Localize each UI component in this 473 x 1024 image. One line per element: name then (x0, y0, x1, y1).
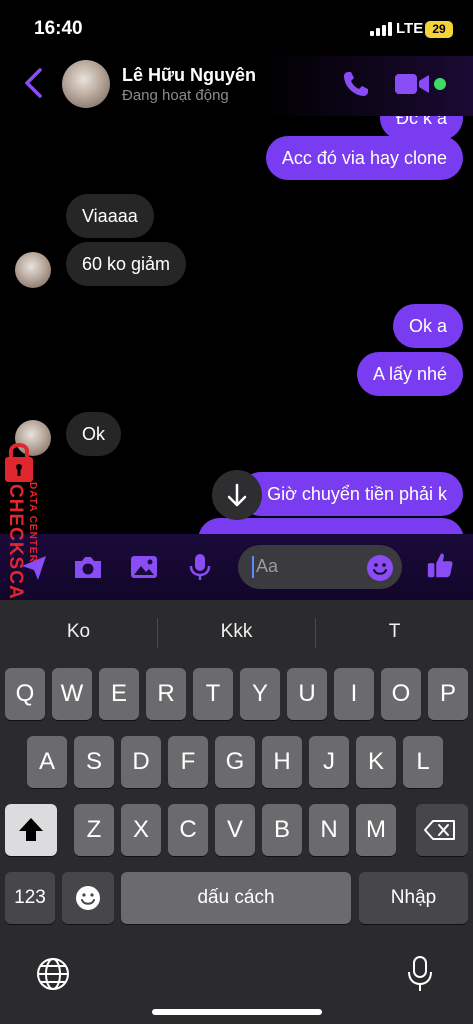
message-composer: Aa (0, 534, 473, 600)
backspace-key[interactable] (416, 804, 468, 856)
key-h[interactable]: H (262, 736, 302, 788)
message-list[interactable]: Đc k a Acc đó via hay clone Viaaaa 60 ko… (0, 116, 473, 534)
key-u[interactable]: U (287, 668, 327, 720)
message-bubble-outgoing[interactable]: Acc đó via hay clone (265, 136, 463, 180)
key-j[interactable]: J (309, 736, 349, 788)
key-w[interactable]: W (52, 668, 92, 720)
watermark-lock-icon (5, 443, 33, 482)
emoji-icon[interactable] (366, 554, 394, 582)
key-f[interactable]: F (168, 736, 208, 788)
message-bubble-outgoing[interactable]: A lấy nhé (356, 352, 463, 396)
home-indicator[interactable] (152, 1009, 322, 1015)
message-bubble-incoming[interactable]: Viaaaa (66, 194, 154, 238)
message-bubble-partial[interactable] (198, 518, 464, 534)
thumbs-up-icon[interactable] (424, 550, 456, 580)
return-key[interactable]: Nhập (359, 872, 468, 924)
key-k[interactable]: K (356, 736, 396, 788)
gallery-icon[interactable] (128, 552, 160, 582)
message-input-placeholder: Aa (256, 556, 279, 576)
message-bubble-incoming[interactable]: 60 ko giảm (66, 242, 187, 286)
key-z[interactable]: Z (74, 804, 114, 856)
key-x[interactable]: X (121, 804, 161, 856)
online-indicator (434, 78, 446, 90)
key-m[interactable]: M (356, 804, 396, 856)
back-arrow-icon[interactable] (20, 66, 48, 100)
dictation-microphone-icon[interactable] (404, 954, 436, 994)
numbers-key[interactable]: 123 (5, 872, 55, 924)
signal-icon (370, 22, 392, 36)
arrow-down-icon (227, 483, 247, 507)
space-key[interactable]: dấu cách (121, 872, 351, 924)
key-d[interactable]: D (121, 736, 161, 788)
key-c[interactable]: C (168, 804, 208, 856)
key-n[interactable]: N (309, 804, 349, 856)
conversation-header: Lê Hữu Nguyên Đang hoạt động (0, 56, 473, 116)
battery-icon: 29 (425, 21, 453, 38)
key-p[interactable]: P (428, 668, 468, 720)
emoji-keyboard-icon (76, 886, 100, 910)
text-cursor (252, 556, 254, 578)
key-v[interactable]: V (215, 804, 255, 856)
presence-status: Đang hoạt động (122, 87, 229, 104)
backspace-icon (424, 820, 455, 840)
suggestion-2[interactable]: Kkk (158, 600, 315, 660)
sender-avatar (15, 252, 51, 288)
suggestion-3[interactable]: T (316, 600, 473, 660)
video-call-icon[interactable] (394, 70, 430, 98)
shift-key[interactable] (5, 804, 57, 856)
message-bubble-outgoing[interactable]: Ok a (392, 304, 463, 348)
globe-icon[interactable] (35, 956, 71, 992)
key-a[interactable]: A (27, 736, 67, 788)
message-bubble-incoming[interactable]: Ok (66, 412, 122, 456)
key-y[interactable]: Y (240, 668, 280, 720)
contact-name[interactable]: Lê Hữu Nguyên (122, 65, 256, 86)
key-t[interactable]: T (193, 668, 233, 720)
key-r[interactable]: R (146, 668, 186, 720)
status-time: 16:40 (34, 18, 83, 39)
key-s[interactable]: S (74, 736, 114, 788)
microphone-icon[interactable] (184, 552, 216, 582)
scroll-to-bottom-button[interactable] (212, 470, 262, 520)
key-b[interactable]: B (262, 804, 302, 856)
contact-avatar[interactable] (62, 60, 110, 108)
key-q[interactable]: Q (5, 668, 45, 720)
keyboard: Ko Kkk T Q W E R T Y U I O P A S D F G H… (0, 600, 473, 1024)
suggestion-1[interactable]: Ko (0, 600, 157, 660)
network-type: LTE (396, 20, 424, 37)
key-l[interactable]: L (403, 736, 443, 788)
key-e[interactable]: E (99, 668, 139, 720)
emoji-key[interactable] (62, 872, 114, 924)
message-input[interactable]: Aa (238, 545, 402, 589)
shift-arrow-icon (19, 818, 43, 841)
message-bubble-outgoing[interactable]: Giờ chuyển tiền phải k (239, 472, 463, 516)
key-o[interactable]: O (381, 668, 421, 720)
phone-call-icon[interactable] (340, 68, 372, 100)
status-bar: 16:40 LTE 29 (0, 0, 473, 56)
camera-icon[interactable] (72, 552, 104, 582)
key-g[interactable]: G (215, 736, 255, 788)
watermark-subtext: DATA CENTER (27, 482, 38, 563)
key-i[interactable]: I (334, 668, 374, 720)
